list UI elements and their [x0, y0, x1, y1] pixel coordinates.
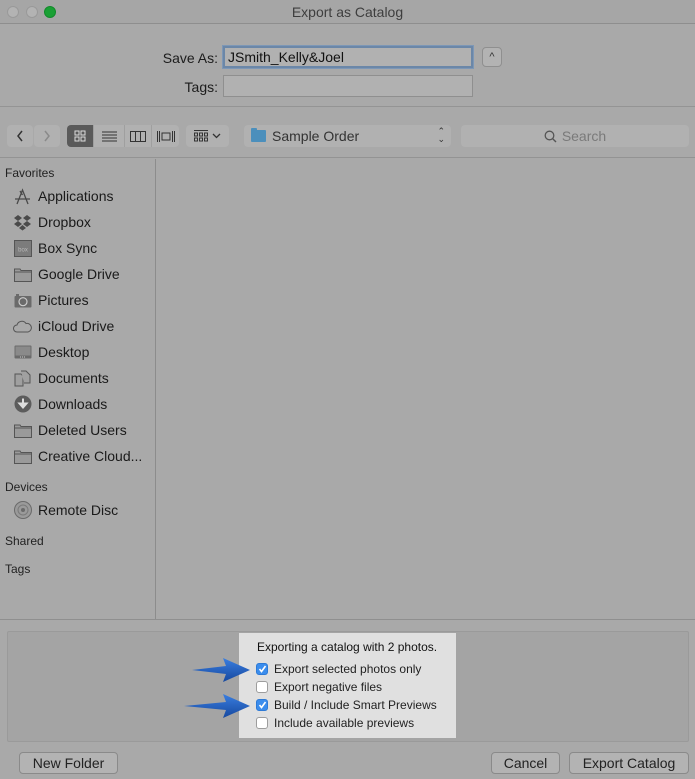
checkmark-icon: [258, 701, 266, 709]
back-button[interactable]: [7, 125, 33, 147]
sidebar-item-pictures[interactable]: Pictures: [13, 290, 89, 310]
svg-text:box: box: [18, 247, 28, 253]
folder-icon: [13, 268, 32, 282]
box-icon: box: [13, 239, 32, 257]
expand-dialog-button[interactable]: ^: [482, 47, 502, 67]
export-catalog-button[interactable]: Export Catalog: [569, 752, 689, 774]
location-label: Sample Order: [272, 128, 360, 144]
sidebar-item-dropbox[interactable]: Dropbox: [13, 212, 91, 232]
cover-flow-icon: [156, 130, 175, 142]
location-popup[interactable]: Sample Order ⌃ ⌄: [244, 125, 451, 147]
search-icon: [544, 130, 557, 142]
up-down-chevron-icon: ⌃ ⌄: [437, 126, 445, 144]
option-build-smart-previews[interactable]: Build / Include Smart Previews: [256, 698, 437, 712]
dropbox-icon: [14, 214, 31, 230]
chevron-left-icon: [17, 130, 23, 142]
search-placeholder: Search: [561, 128, 607, 144]
sidebar-item-documents[interactable]: Documents: [13, 368, 109, 388]
annotation-arrow-icon: [192, 658, 250, 682]
chevron-right-icon: [44, 130, 50, 142]
option-include-available-previews[interactable]: Include available previews: [256, 716, 414, 730]
sidebar-item-box-sync[interactable]: box Box Sync: [13, 238, 97, 258]
sidebar-item-google-drive[interactable]: Google Drive: [13, 264, 120, 284]
camera-icon: [14, 293, 31, 307]
save-as-panel: Save As: JSmith_Kelly&Joel ^ Tags:: [0, 25, 695, 107]
disc-icon: [13, 501, 32, 519]
sidebar-item-desktop[interactable]: Desktop: [13, 342, 89, 362]
list-view-button[interactable]: [94, 125, 125, 147]
annotation-arrow-icon: [184, 694, 250, 718]
sidebar-item-creative-cloud[interactable]: Creative Cloud...: [13, 446, 142, 466]
option-export-selected-only[interactable]: Export selected photos only: [256, 662, 421, 676]
folder-icon: [13, 450, 32, 464]
chevron-down-icon: [212, 133, 221, 139]
sidebar-item-applications[interactable]: Applications: [13, 186, 114, 206]
save-as-input[interactable]: JSmith_Kelly&Joel: [223, 46, 473, 68]
sidebar-item-downloads[interactable]: Downloads: [13, 394, 107, 414]
cancel-button[interactable]: Cancel: [491, 752, 560, 774]
arrange-button[interactable]: [186, 125, 229, 147]
folder-icon: [13, 424, 32, 438]
sidebar-header-devices: Devices: [5, 480, 48, 494]
download-icon: [14, 395, 31, 413]
tags-label: Tags:: [184, 79, 218, 95]
sidebar-header-shared: Shared: [5, 534, 44, 548]
file-browser-area[interactable]: [157, 159, 695, 619]
tags-input[interactable]: [223, 75, 473, 97]
column-view-icon: [130, 130, 146, 142]
search-field[interactable]: Search: [461, 125, 689, 147]
bottom-panel: Exporting a catalog with 2 photos. Expor…: [0, 619, 695, 779]
desktop-icon: [14, 345, 31, 359]
view-mode-segmented-control: [67, 125, 179, 147]
icon-view-icon: [74, 130, 86, 142]
browser-toolbar: Sample Order ⌃ ⌄ Search: [0, 108, 695, 158]
forward-button[interactable]: [34, 125, 60, 147]
new-folder-button[interactable]: New Folder: [19, 752, 118, 774]
column-view-button[interactable]: [125, 125, 152, 147]
export-options-panel: Exporting a catalog with 2 photos. Expor…: [239, 633, 456, 738]
title-bar: Export as Catalog: [0, 0, 695, 24]
folder-icon: [251, 128, 266, 142]
sidebar-item-deleted-users[interactable]: Deleted Users: [13, 420, 127, 440]
save-as-label: Save As:: [162, 50, 218, 66]
window-title: Export as Catalog: [291, 4, 404, 20]
sidebar-header-favorites: Favorites: [5, 166, 55, 180]
applications-icon: [15, 187, 30, 204]
option-export-negative-files[interactable]: Export negative files: [256, 680, 382, 694]
sidebar-item-remote-disc[interactable]: Remote Disc: [13, 500, 118, 520]
checkbox-checked[interactable]: [256, 699, 268, 711]
sidebar-item-icloud-drive[interactable]: iCloud Drive: [13, 316, 114, 336]
list-view-icon: [101, 131, 117, 141]
sidebar-header-tags: Tags: [5, 562, 31, 576]
arrange-grid-icon: [194, 130, 208, 142]
checkbox-unchecked[interactable]: [256, 681, 268, 693]
checkbox-unchecked[interactable]: [256, 717, 268, 729]
cover-flow-view-button[interactable]: [152, 125, 179, 147]
chevron-up-icon: ^: [489, 51, 495, 63]
checkmark-icon: [258, 665, 266, 673]
icon-view-button[interactable]: [67, 125, 94, 147]
sidebar: Favorites Applications Dropbox box Box S…: [0, 159, 156, 619]
documents-icon: [14, 370, 31, 386]
cloud-icon: [13, 320, 32, 333]
export-summary-text: Exporting a catalog with 2 photos.: [257, 640, 438, 654]
checkbox-checked[interactable]: [256, 663, 268, 675]
